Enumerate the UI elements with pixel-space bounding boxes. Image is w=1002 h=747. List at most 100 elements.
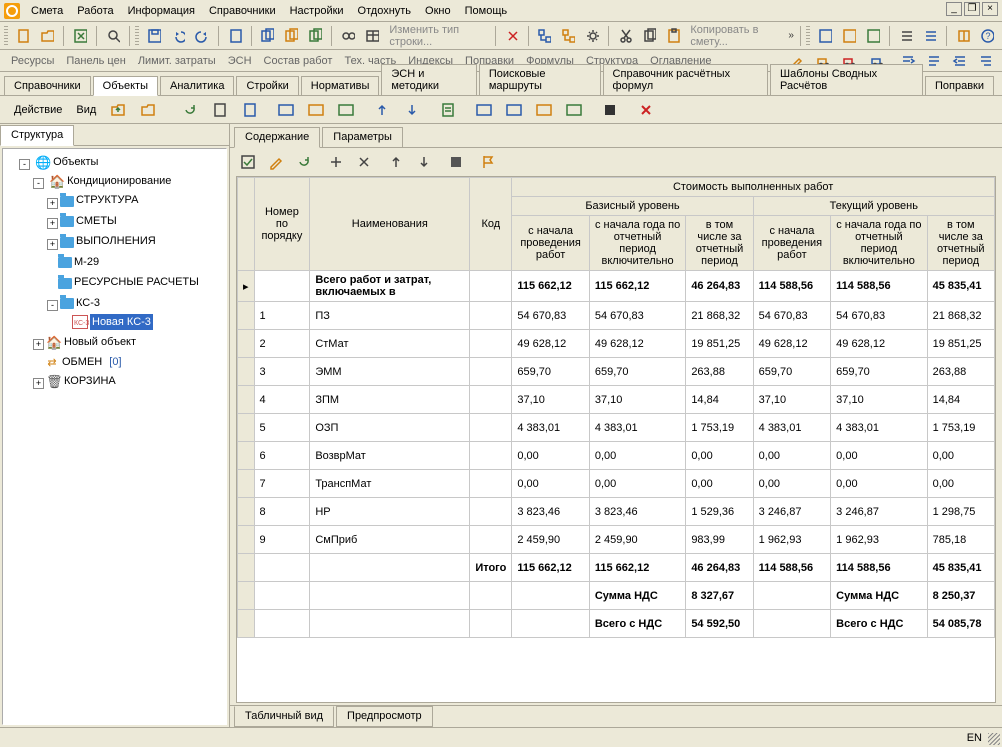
restore-button[interactable]: ❐: [964, 2, 980, 16]
left-tab-structure[interactable]: Структура: [0, 125, 74, 146]
tab-routes[interactable]: Поисковые маршруты: [479, 64, 601, 96]
col-b3[interactable]: в том числе за отчетный период: [686, 216, 753, 271]
tab-stroiki[interactable]: Стройки: [236, 76, 298, 96]
col-number[interactable]: Номер по порядку: [254, 178, 310, 271]
col-c1[interactable]: с начала проведения работ: [753, 216, 831, 271]
menu-rabota[interactable]: Работа: [70, 2, 120, 20]
badge2d-icon[interactable]: [562, 99, 586, 121]
panel3-icon[interactable]: [862, 25, 884, 47]
table-row[interactable]: 8НР3 823,463 823,461 529,363 246,873 246…: [238, 498, 995, 526]
search-icon[interactable]: [102, 25, 124, 47]
tree-expander[interactable]: -: [47, 300, 58, 311]
tab-analytics[interactable]: Аналитика: [160, 76, 234, 96]
link-sostav[interactable]: Состав работ: [259, 53, 338, 69]
doc-white-icon[interactable]: [208, 99, 232, 121]
indent-right-icon[interactable]: [974, 50, 998, 72]
menu-window[interactable]: Окно: [418, 2, 458, 20]
open-icon[interactable]: [36, 25, 58, 47]
menu-sprav[interactable]: Справочники: [202, 2, 283, 20]
menu-otdohnut[interactable]: Отдохнуть: [351, 2, 419, 20]
table-row[interactable]: 7ТранспМат0,000,000,000,000,000,00: [238, 470, 995, 498]
new-icon[interactable]: [12, 25, 34, 47]
tree-expander[interactable]: +: [47, 198, 58, 209]
tree-item[interactable]: КС-3: [76, 295, 100, 311]
cut-icon[interactable]: [614, 25, 636, 47]
tree-item[interactable]: Новый объект: [64, 334, 136, 350]
actionbar-view[interactable]: Вид: [72, 102, 100, 118]
table-row[interactable]: 3ЭММ659,70659,70263,88659,70659,70263,88: [238, 358, 995, 386]
table-row-nds[interactable]: Сумма НДС 8 327,67 Сумма НДС 8 250,37: [238, 582, 995, 610]
col-code[interactable]: Код: [470, 178, 512, 271]
badge2a-icon[interactable]: [472, 99, 496, 121]
link-resources[interactable]: Ресурсы: [6, 53, 59, 69]
save-icon[interactable]: [143, 25, 165, 47]
col-c3[interactable]: в том числе за отчетный период: [927, 216, 994, 271]
tab-objects[interactable]: Объекты: [93, 76, 158, 96]
tree-view[interactable]: - 🌐 Объекты - 🏠 Кондиционирование + СТРУ…: [2, 148, 227, 725]
panel2-icon[interactable]: [838, 25, 860, 47]
doc-blue-icon[interactable]: [238, 99, 262, 121]
actionbar-action[interactable]: Действие: [10, 102, 66, 118]
folder-icon[interactable]: [136, 99, 160, 121]
doc3-icon[interactable]: [280, 25, 302, 47]
col-b2[interactable]: с начала года по отчетный период включит…: [589, 216, 685, 271]
col-b1[interactable]: с начала проведения работ: [512, 216, 590, 271]
panel1-icon[interactable]: [814, 25, 836, 47]
table-row-vnds[interactable]: Всего с НДС 54 592,50 Всего с НДС 54 085…: [238, 610, 995, 638]
tree-root[interactable]: Объекты: [53, 154, 98, 170]
check-icon[interactable]: [236, 151, 260, 173]
table-row[interactable]: 2СтМат49 628,1249 628,1219 851,2549 628,…: [238, 330, 995, 358]
right-tab-params[interactable]: Параметры: [322, 127, 403, 148]
tree-item[interactable]: СМЕТЫ: [76, 213, 117, 229]
help-icon[interactable]: ?: [976, 25, 998, 47]
flag-icon[interactable]: [476, 151, 500, 173]
bottom-tab-preview[interactable]: Предпросмотр: [336, 706, 433, 727]
edit-icon[interactable]: [264, 151, 288, 173]
toolbar-overflow[interactable]: [787, 25, 795, 47]
stop2-icon[interactable]: [444, 151, 468, 173]
table-row-total[interactable]: ▸ Всего работ и затрат, включаемых в 115…: [238, 271, 995, 302]
tree2-icon[interactable]: [557, 25, 579, 47]
arrow-up-icon[interactable]: [370, 99, 394, 121]
col-name[interactable]: Наименования: [310, 178, 470, 271]
up-icon[interactable]: [384, 151, 408, 173]
tree-expander[interactable]: +: [47, 239, 58, 250]
tree-expander[interactable]: -: [19, 159, 30, 170]
down-icon[interactable]: [412, 151, 436, 173]
tree-expander[interactable]: +: [33, 339, 44, 350]
right-tab-content[interactable]: Содержание: [234, 127, 320, 148]
redo-icon[interactable]: [191, 25, 213, 47]
indent-down-icon[interactable]: [922, 50, 946, 72]
tab-templates[interactable]: Шаблоны Сводных Расчётов: [770, 64, 923, 96]
tree-item[interactable]: ОБМЕН: [62, 354, 102, 370]
doc2-icon[interactable]: [256, 25, 278, 47]
paste-icon[interactable]: [662, 25, 684, 47]
menu-info[interactable]: Информация: [121, 2, 202, 20]
badge-rp-icon[interactable]: [304, 99, 328, 121]
tree-item-selected[interactable]: Новая КС-3: [90, 314, 153, 330]
excel-icon[interactable]: [69, 25, 91, 47]
tab-corrections[interactable]: Поправки: [925, 76, 994, 96]
tab-formulas[interactable]: Справочник расчётных формул: [603, 64, 768, 96]
doc1-icon[interactable]: [224, 25, 246, 47]
undo-icon[interactable]: [167, 25, 189, 47]
table-row[interactable]: 6ВозврМат0,000,000,000,000,000,00: [238, 442, 995, 470]
tree-item[interactable]: КОРЗИНА: [64, 373, 116, 389]
resize-grip[interactable]: [988, 733, 1000, 745]
table-row[interactable]: 4ЗПМ37,1037,1014,8437,1037,1014,84: [238, 386, 995, 414]
menu-help[interactable]: Помощь: [458, 2, 515, 20]
delete-icon[interactable]: [501, 25, 523, 47]
tab-spravochniki[interactable]: Справочники: [4, 76, 91, 96]
table-row[interactable]: 5ОЗП4 383,014 383,011 753,194 383,014 38…: [238, 414, 995, 442]
remove-icon[interactable]: [352, 151, 376, 173]
badge-pk-icon[interactable]: [334, 99, 358, 121]
bottom-tab-table[interactable]: Табличный вид: [234, 706, 334, 727]
tree-expander[interactable]: +: [47, 218, 58, 229]
doc4-icon[interactable]: [304, 25, 326, 47]
tab-norms[interactable]: Нормативы: [301, 76, 380, 96]
tree-item[interactable]: ВЫПОЛНЕНИЯ: [76, 233, 156, 249]
add-icon[interactable]: [324, 151, 348, 173]
folder-up-icon[interactable]: [106, 99, 130, 121]
tree-expander[interactable]: +: [33, 378, 44, 389]
table-row[interactable]: 1ПЗ54 670,8354 670,8321 868,3254 670,835…: [238, 302, 995, 330]
